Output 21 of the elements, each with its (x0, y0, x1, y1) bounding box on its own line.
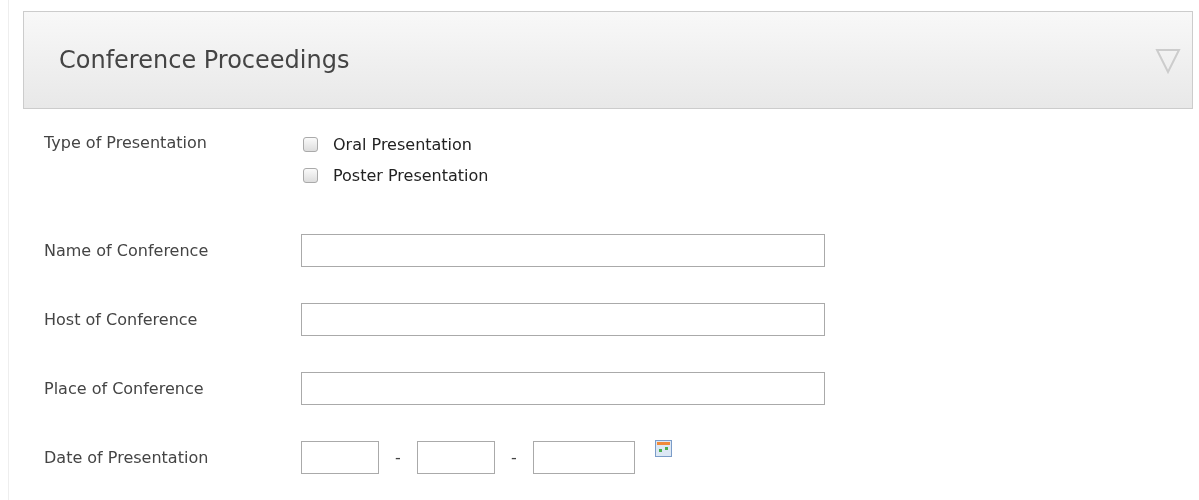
panel-title: Conference Proceedings (59, 46, 350, 74)
field-label: Name of Conference (44, 241, 210, 260)
checkbox-label: Poster Presentation (333, 166, 489, 185)
input-field[interactable] (301, 234, 825, 267)
input-field[interactable] (301, 441, 379, 474)
calendar-icon[interactable] (655, 440, 672, 457)
input-field[interactable] (301, 372, 825, 405)
checkbox[interactable] (303, 137, 318, 152)
checkbox-label: Oral Presentation (333, 135, 472, 154)
input-field[interactable] (417, 441, 495, 474)
input-field[interactable] (533, 441, 635, 474)
field-label: Date of Presentation (44, 448, 210, 467)
panel-header[interactable]: Conference Proceedings (23, 11, 1193, 109)
field-label: Host of Conference (44, 310, 199, 329)
input-field[interactable] (301, 303, 825, 336)
date-separator: - (510, 448, 518, 467)
checkbox[interactable] (303, 168, 318, 183)
date-separator: - (394, 448, 402, 467)
collapse-triangle-icon[interactable] (1154, 46, 1182, 74)
field-label: Type of Presentation (44, 133, 208, 152)
field-label: Place of Conference (44, 379, 205, 398)
